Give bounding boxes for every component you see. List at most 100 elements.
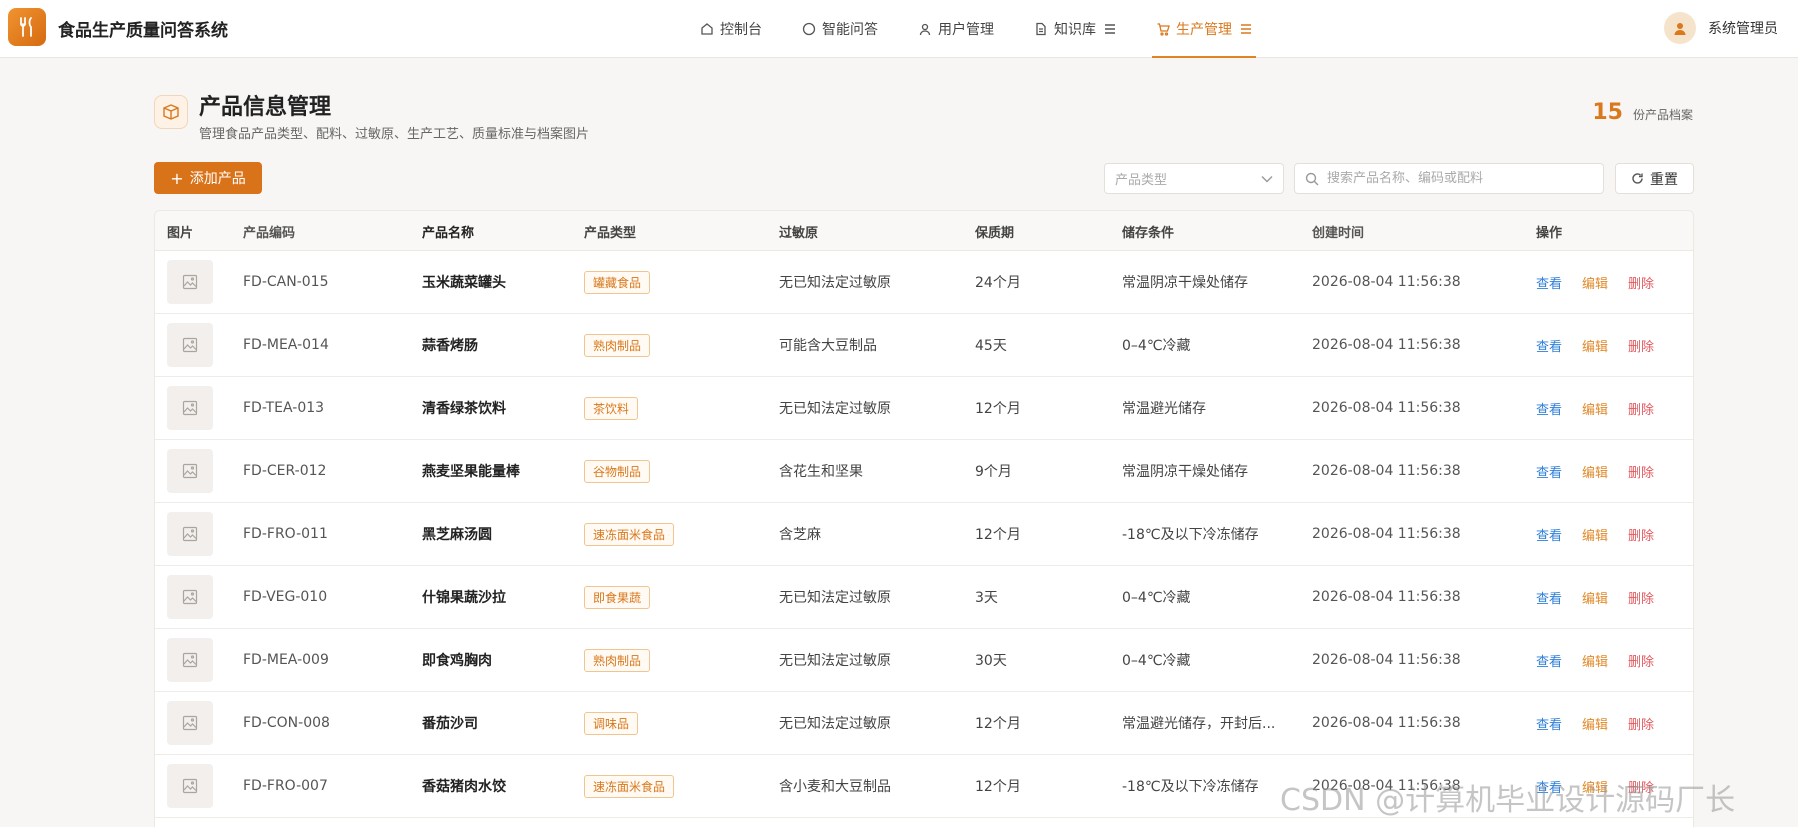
product-thumbnail[interactable] <box>167 575 213 619</box>
nav-dashboard[interactable]: 控制台 <box>680 0 782 58</box>
edit-link[interactable]: 编辑 <box>1582 336 1608 355</box>
table-row: FD-FRO-007 香菇猪肉水饺 速冻面米食品 含小麦和大豆制品 12个月 -… <box>155 755 1693 818</box>
product-type-tag: 即食果蔬 <box>584 585 651 609</box>
allergen: 无已知法定过敏原 <box>779 653 891 669</box>
storage-condition: 常温阴凉干燥处储存 <box>1122 275 1248 291</box>
search-icon <box>1305 172 1319 185</box>
edit-link[interactable]: 编辑 <box>1582 588 1608 607</box>
allergen: 无已知法定过敏原 <box>779 716 891 732</box>
product-thumbnail[interactable] <box>167 701 213 745</box>
nav-production[interactable]: 生产管理 <box>1136 0 1272 58</box>
view-link[interactable]: 查看 <box>1536 525 1562 544</box>
delete-link[interactable]: 删除 <box>1628 273 1654 292</box>
image-placeholder-icon <box>182 337 198 353</box>
page-subtitle: 管理食品产品类型、配料、过敏原、生产工艺、质量标准与档案图片 <box>199 127 590 142</box>
search-box[interactable] <box>1294 163 1604 194</box>
edit-link[interactable]: 编辑 <box>1582 525 1608 544</box>
created-time: 2026-08-04 11:56:38 <box>1312 715 1461 731</box>
image-cell <box>167 755 213 817</box>
product-thumbnail[interactable] <box>167 512 213 556</box>
table-header: 图片 产品编码 产品名称 产品类型 过敏原 保质期 储存条件 创建时间 操作 <box>155 211 1693 251</box>
product-thumbnail[interactable] <box>167 260 213 304</box>
edit-link[interactable]: 编辑 <box>1582 273 1608 292</box>
product-type-tag: 茶饮料 <box>584 396 639 420</box>
product-code: FD-CAN-015 <box>243 274 329 290</box>
avatar <box>1664 12 1696 44</box>
edit-link[interactable]: 编辑 <box>1582 714 1608 733</box>
allergen: 可能含大豆制品 <box>779 338 877 354</box>
column-header: 创建时间 <box>1312 225 1365 241</box>
storage-condition: 0–4℃冷藏 <box>1122 338 1191 354</box>
delete-link[interactable]: 删除 <box>1628 399 1654 418</box>
storage-condition: -18℃及以下冷冻储存 <box>1122 779 1259 795</box>
delete-link[interactable]: 删除 <box>1628 525 1654 544</box>
edit-link[interactable]: 编辑 <box>1582 462 1608 481</box>
nav-label: 控制台 <box>720 22 762 38</box>
delete-link[interactable]: 删除 <box>1628 588 1654 607</box>
type-cell: 速冻面米食品 <box>584 503 675 565</box>
actions-cell: 查看 编辑 删除 <box>1536 566 1654 628</box>
delete-link[interactable]: 删除 <box>1628 462 1654 481</box>
user-menu[interactable]: 系统管理员 <box>1664 12 1778 44</box>
product-thumbnail[interactable] <box>167 638 213 682</box>
product-code: FD-TEA-013 <box>243 400 325 416</box>
column-header: 产品类型 <box>584 225 637 241</box>
actions-cell: 查看 编辑 删除 <box>1536 377 1654 439</box>
view-link[interactable]: 查看 <box>1536 462 1562 481</box>
allergen: 含芝麻 <box>779 527 821 543</box>
nav-knowledge[interactable]: 知识库 <box>1014 0 1136 58</box>
edit-link[interactable]: 编辑 <box>1582 777 1608 796</box>
search-input[interactable] <box>1327 171 1587 186</box>
type-cell: 速冻面米食品 <box>584 755 675 817</box>
delete-link[interactable]: 删除 <box>1628 336 1654 355</box>
created-time: 2026-08-04 11:56:38 <box>1312 400 1461 416</box>
view-link[interactable]: 查看 <box>1536 714 1562 733</box>
add-product-button[interactable]: + 添加产品 <box>154 162 262 194</box>
product-thumbnail[interactable] <box>167 764 213 808</box>
column-header: 储存条件 <box>1122 225 1175 241</box>
storage-condition: 常温避光储存 <box>1122 401 1206 417</box>
image-placeholder-icon <box>182 652 198 668</box>
product-name: 清香绿茶饮料 <box>422 401 506 417</box>
reset-button[interactable]: 重置 <box>1615 163 1694 194</box>
shelf-life: 12个月 <box>975 401 1021 417</box>
view-link[interactable]: 查看 <box>1536 399 1562 418</box>
allergen: 无已知法定过敏原 <box>779 401 891 417</box>
nav-qa[interactable]: 智能问答 <box>782 0 898 58</box>
view-link[interactable]: 查看 <box>1536 336 1562 355</box>
edit-link[interactable]: 编辑 <box>1582 651 1608 670</box>
nav-label: 知识库 <box>1054 22 1096 38</box>
shelf-life: 24个月 <box>975 275 1021 291</box>
view-link[interactable]: 查看 <box>1536 777 1562 796</box>
storage-condition: 0–4℃冷藏 <box>1122 653 1191 669</box>
actions-cell: 查看 编辑 删除 <box>1536 755 1654 817</box>
product-thumbnail[interactable] <box>167 449 213 493</box>
product-thumbnail[interactable] <box>167 323 213 367</box>
delete-link[interactable]: 删除 <box>1628 651 1654 670</box>
storage-condition: 常温阴凉干燥处储存 <box>1122 464 1248 480</box>
product-type-tag: 调味品 <box>584 711 639 735</box>
shelf-life: 12个月 <box>975 779 1021 795</box>
product-thumbnail[interactable] <box>167 386 213 430</box>
image-cell <box>167 440 213 502</box>
table-row: FD-VEG-010 什锦果蔬沙拉 即食果蔬 无已知法定过敏原 3天 0–4℃冷… <box>155 566 1693 629</box>
nav-users[interactable]: 用户管理 <box>898 0 1014 58</box>
delete-link[interactable]: 删除 <box>1628 777 1654 796</box>
edit-link[interactable]: 编辑 <box>1582 399 1608 418</box>
actions-cell: 查看 编辑 删除 <box>1536 629 1654 691</box>
image-placeholder-icon <box>182 526 198 542</box>
delete-link[interactable]: 删除 <box>1628 714 1654 733</box>
nav-label: 用户管理 <box>938 22 994 38</box>
image-placeholder-icon <box>182 400 198 416</box>
app-logo[interactable] <box>8 8 46 46</box>
product-name: 什锦果蔬沙拉 <box>422 590 506 606</box>
view-link[interactable]: 查看 <box>1536 273 1562 292</box>
created-time: 2026-08-04 11:56:38 <box>1312 652 1461 668</box>
view-link[interactable]: 查看 <box>1536 651 1562 670</box>
view-link[interactable]: 查看 <box>1536 588 1562 607</box>
shelf-life: 9个月 <box>975 464 1012 480</box>
created-time: 2026-08-04 11:56:38 <box>1312 589 1461 605</box>
product-type-select[interactable]: 产品类型 <box>1104 163 1284 194</box>
user-name: 系统管理员 <box>1708 21 1778 37</box>
product-name: 香菇猪肉水饺 <box>422 779 506 795</box>
